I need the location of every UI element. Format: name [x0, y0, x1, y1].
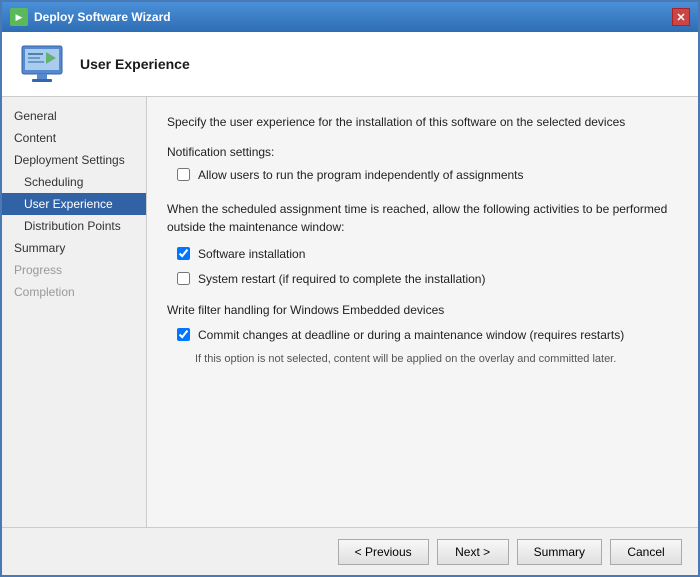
- checkbox3-row: System restart (if required to complete …: [167, 271, 678, 288]
- header-icon: [18, 40, 66, 88]
- checkbox3-label[interactable]: System restart (if required to complete …: [198, 271, 485, 288]
- sidebar-item-progress: Progress: [2, 259, 146, 281]
- content-area: Specify the user experience for the inst…: [147, 97, 698, 527]
- summary-button[interactable]: Summary: [517, 539, 602, 565]
- checkbox1-label[interactable]: Allow users to run the program independe…: [198, 167, 524, 184]
- checkbox4-label[interactable]: Commit changes at deadline or during a m…: [198, 327, 624, 344]
- write-filter-text: Write filter handling for Windows Embedd…: [167, 303, 678, 317]
- checkbox2-label[interactable]: Software installation: [198, 246, 305, 263]
- checkbox4-commit-changes[interactable]: [177, 328, 190, 341]
- sidebar-item-content[interactable]: Content: [2, 127, 146, 149]
- sidebar-item-deployment-settings[interactable]: Deployment Settings: [2, 149, 146, 171]
- checkbox2-software-installation[interactable]: [177, 247, 190, 260]
- footer: < Previous Next > Summary Cancel: [2, 527, 698, 575]
- wizard-title-icon: [10, 8, 28, 26]
- sidebar-item-general[interactable]: General: [2, 105, 146, 127]
- checkbox2-row: Software installation: [167, 246, 678, 263]
- content-description: Specify the user experience for the inst…: [167, 113, 678, 131]
- note-text: If this option is not selected, content …: [195, 352, 678, 367]
- sidebar-item-summary[interactable]: Summary: [2, 237, 146, 259]
- header-area: User Experience: [2, 32, 698, 97]
- next-button[interactable]: Next >: [437, 539, 509, 565]
- close-button[interactable]: ✕: [672, 8, 690, 26]
- sidebar-item-user-experience[interactable]: User Experience: [2, 193, 146, 215]
- previous-button[interactable]: < Previous: [338, 539, 429, 565]
- maintenance-text: When the scheduled assignment time is re…: [167, 200, 678, 236]
- title-bar-left: Deploy Software Wizard: [10, 8, 171, 26]
- checkbox3-system-restart[interactable]: [177, 272, 190, 285]
- checkbox1-allow-independent[interactable]: [177, 168, 190, 181]
- main-area: General Content Deployment Settings Sche…: [2, 97, 698, 527]
- cancel-button[interactable]: Cancel: [610, 539, 682, 565]
- header-title: User Experience: [80, 56, 190, 72]
- sidebar-item-completion: Completion: [2, 281, 146, 303]
- sidebar: General Content Deployment Settings Sche…: [2, 97, 147, 527]
- notification-label: Notification settings:: [167, 145, 678, 159]
- sidebar-item-distribution-points[interactable]: Distribution Points: [2, 215, 146, 237]
- deploy-wizard-window: Deploy Software Wizard ✕ User Experience: [0, 0, 700, 577]
- checkbox1-row: Allow users to run the program independe…: [167, 167, 678, 184]
- sidebar-item-scheduling[interactable]: Scheduling: [2, 171, 146, 193]
- title-bar: Deploy Software Wizard ✕: [2, 2, 698, 32]
- checkbox4-row: Commit changes at deadline or during a m…: [167, 327, 678, 344]
- window-title: Deploy Software Wizard: [34, 10, 171, 24]
